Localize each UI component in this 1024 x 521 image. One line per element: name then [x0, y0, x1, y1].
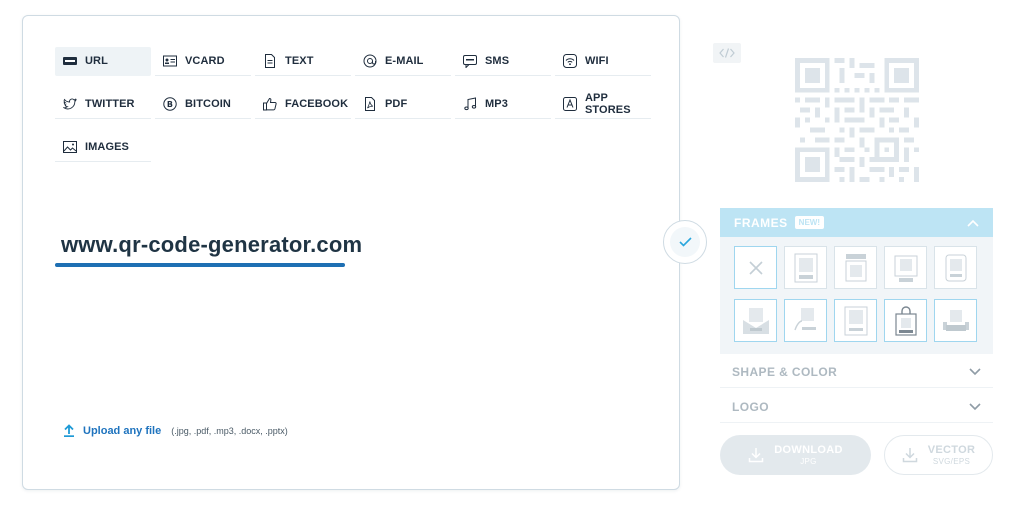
type-text[interactable]: TEXT [255, 47, 351, 76]
type-images[interactable]: IMAGES [55, 133, 151, 162]
sms-icon [463, 55, 477, 68]
type-label: VCARD [185, 55, 225, 67]
url-input-underline [55, 263, 345, 267]
thumbs-up-icon [263, 97, 277, 111]
frames-section-header[interactable]: FRAMES NEW! [720, 208, 993, 237]
frame-thumbnail-icon [845, 253, 866, 281]
frame-thumbnail-icon [794, 253, 817, 282]
download-icon [902, 448, 918, 463]
type-mp3[interactable]: MP3 [455, 90, 551, 119]
type-label: SMS [485, 55, 510, 67]
frame-thumbnail-icon [742, 307, 769, 334]
upload-file-link[interactable]: Upload any file (.jpg, .pdf, .mp3, .docx… [63, 424, 288, 437]
frames-title: FRAMES [734, 215, 788, 230]
logo-title: LOGO [732, 399, 769, 414]
frame-thumbnail-icon [844, 306, 867, 335]
download-format: JPG [800, 456, 817, 466]
pdf-icon [365, 97, 375, 111]
code-icon [719, 48, 735, 58]
wifi-icon [563, 54, 577, 68]
type-label: WIFI [585, 55, 609, 67]
upload-extensions: (.jpg, .pdf, .mp3, .docx, .pptx) [171, 425, 288, 436]
vcard-icon [163, 55, 177, 67]
type-label: IMAGES [85, 141, 129, 153]
frame-option[interactable] [934, 299, 977, 342]
type-pdf[interactable]: PDF [355, 90, 451, 119]
twitter-icon [63, 98, 77, 110]
upload-label: Upload any file [83, 424, 162, 437]
qr-code-preview [795, 58, 919, 182]
svg-text:B: B [167, 100, 173, 109]
type-label: BITCOIN [185, 98, 231, 110]
new-badge: NEW! [794, 216, 824, 229]
chevron-down-icon [969, 367, 981, 375]
confirm-button[interactable] [663, 220, 707, 264]
download-icon [749, 448, 764, 463]
shopping-bag-icon [894, 305, 917, 336]
download-label: DOWNLOAD [774, 444, 843, 457]
type-label: TEXT [285, 55, 314, 67]
type-label: MP3 [485, 98, 508, 110]
type-label: PDF [385, 98, 408, 110]
type-vcard[interactable]: VCARD [155, 47, 251, 76]
frame-option[interactable] [884, 299, 927, 342]
frame-thumbnail-icon [894, 255, 917, 282]
type-label: APP STORES [585, 92, 631, 116]
download-vector-button[interactable]: VECTOR SVG/EPS [884, 435, 993, 475]
type-label: E-MAIL [385, 55, 424, 67]
logo-section-header[interactable]: LOGO [720, 391, 993, 423]
frame-option[interactable] [834, 299, 877, 342]
type-facebook[interactable]: FACEBOOK [255, 90, 351, 119]
type-wifi[interactable]: WIFI [555, 47, 651, 76]
type-sms[interactable]: SMS [455, 47, 551, 76]
frame-option[interactable] [784, 299, 827, 342]
download-jpg-button[interactable]: DOWNLOAD JPG [720, 435, 871, 475]
frame-option[interactable] [934, 246, 977, 289]
checkmark-icon [678, 237, 692, 247]
qr-content-editor: URL VCARD TEXT E-MAIL SMS WIFI TWITTER B… [22, 15, 680, 490]
vector-format: SVG/EPS [932, 456, 971, 466]
type-label: TWITTER [85, 98, 135, 110]
frame-option[interactable] [734, 299, 777, 342]
close-icon [748, 260, 763, 275]
qr-type-selector: URL VCARD TEXT E-MAIL SMS WIFI TWITTER B… [55, 47, 655, 162]
frame-thumbnail-icon [942, 309, 969, 331]
bitcoin-icon: B [163, 97, 177, 111]
text-doc-icon [265, 54, 275, 68]
music-note-icon [464, 97, 477, 111]
shape-color-section-header[interactable]: SHAPE & COLOR [720, 356, 993, 388]
type-twitter[interactable]: TWITTER [55, 90, 151, 119]
type-url[interactable]: URL [55, 47, 151, 76]
shape-color-title: SHAPE & COLOR [732, 364, 838, 379]
frame-option[interactable] [884, 246, 927, 289]
upload-arrow-icon [64, 424, 74, 437]
frame-none[interactable] [734, 246, 777, 289]
app-store-icon [563, 97, 577, 111]
type-label: FACEBOOK [285, 98, 349, 110]
type-email[interactable]: E-MAIL [355, 47, 451, 76]
frame-thumbnail-icon [945, 254, 966, 281]
type-app-stores[interactable]: APP STORES [555, 90, 651, 119]
type-bitcoin[interactable]: B BITCOIN [155, 90, 251, 119]
frames-grid [720, 237, 993, 354]
type-label: URL [85, 55, 108, 67]
embed-code-button[interactable] [713, 43, 741, 63]
at-icon [363, 54, 377, 68]
frame-option[interactable] [784, 246, 827, 289]
url-input[interactable]: www.qr-code-generator.com [61, 232, 362, 258]
vector-label: VECTOR [927, 444, 976, 457]
url-icon [63, 57, 77, 65]
chevron-down-icon [969, 402, 981, 410]
frame-thumbnail-icon [793, 307, 816, 330]
frame-option[interactable] [834, 246, 877, 289]
image-icon [63, 141, 77, 153]
chevron-up-icon [967, 219, 979, 227]
